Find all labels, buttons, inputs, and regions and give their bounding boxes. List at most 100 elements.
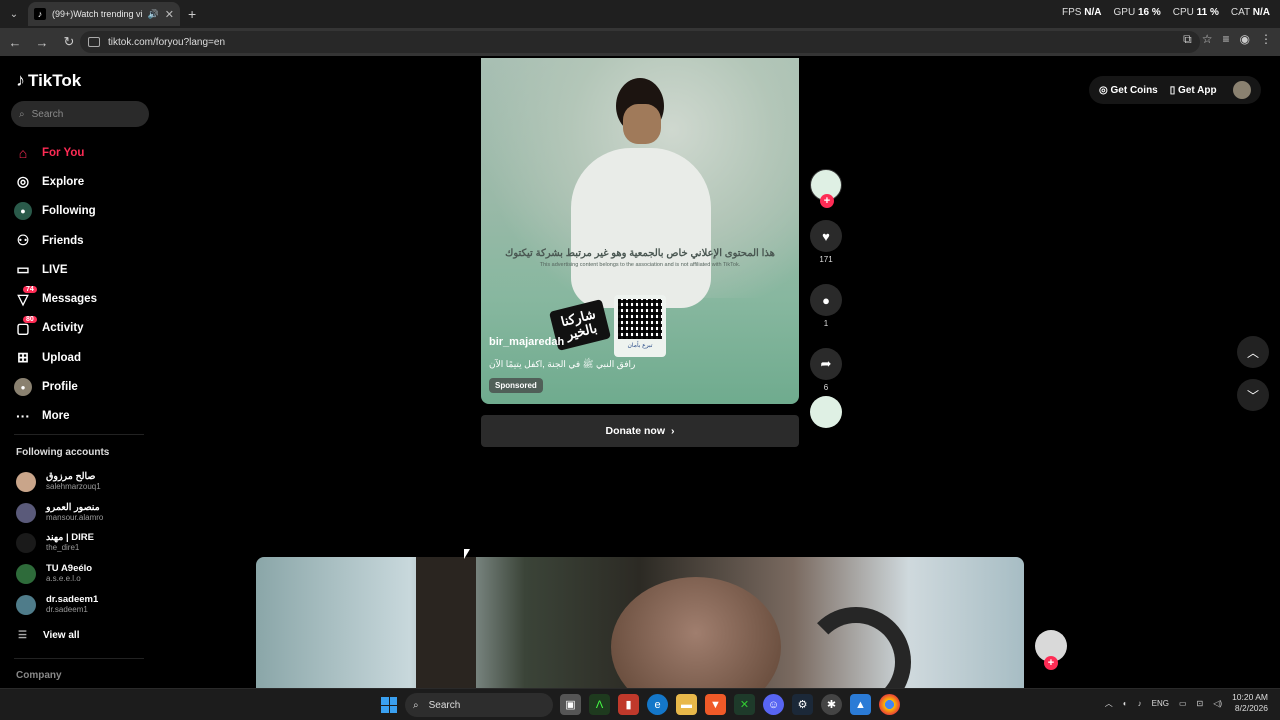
- tab-title: (99+)Watch trending video: [52, 9, 142, 19]
- mouse-cursor-icon: [464, 549, 470, 559]
- comment-button[interactable]: ●: [810, 284, 842, 316]
- install-app-icon[interactable]: ⧉: [1183, 32, 1192, 47]
- following-account[interactable]: صالح مرزوق salehmarzouq1: [16, 467, 156, 498]
- following-account[interactable]: dr.sadeem1 dr.sadeem1: [16, 589, 156, 620]
- browser-menu-icon[interactable]: ⋮: [1260, 32, 1272, 47]
- browser-tab[interactable]: ♪ (99+)Watch trending video 🔊 ✕: [28, 2, 180, 26]
- nav-activity[interactable]: ▢ 80 Activity: [14, 314, 154, 343]
- brave-browser-icon[interactable]: ▼: [705, 694, 726, 715]
- tab-search-icon[interactable]: ⌄: [0, 0, 28, 28]
- creator-avatar[interactable]: +: [810, 169, 842, 208]
- nav-explore[interactable]: ◎ Explore: [14, 167, 154, 196]
- media-control-icon[interactable]: ≡: [1223, 32, 1230, 47]
- taskbar-search-label: Search: [428, 699, 461, 711]
- video-player[interactable]: هذا المحتوى الإعلاني خاص بالجمعية وهو غي…: [481, 58, 799, 404]
- photos-app-icon[interactable]: ▲: [850, 694, 871, 715]
- edge-browser-icon[interactable]: e: [647, 694, 668, 715]
- get-coins-button[interactable]: ◎ Get Coins: [1099, 85, 1158, 96]
- avatar: [16, 564, 36, 585]
- nav-upload[interactable]: ⊞ Upload: [14, 343, 154, 372]
- sponsored-badge: Sponsored: [489, 378, 543, 393]
- nav-profile[interactable]: ● Profile: [14, 372, 154, 401]
- user-avatar[interactable]: [1233, 81, 1251, 99]
- language-indicator[interactable]: ENG: [1152, 699, 1169, 708]
- bookmark-star-icon[interactable]: ☆: [1202, 32, 1213, 47]
- previous-video-button[interactable]: ︿: [1237, 336, 1269, 368]
- perf-fps: FPS N/A: [1062, 7, 1102, 18]
- file-explorer-icon[interactable]: ▬: [676, 694, 697, 715]
- donate-now-button[interactable]: Donate now ›: [481, 415, 799, 447]
- close-tab-icon[interactable]: ✕: [165, 8, 174, 21]
- perf-cat: CAT N/A: [1230, 7, 1270, 18]
- new-tab-button[interactable]: +: [188, 6, 196, 22]
- video-subject: [611, 577, 781, 688]
- account-name: dr.sadeem1: [46, 593, 99, 605]
- more-icon: ···: [16, 408, 30, 425]
- toolbar-actions: ⧉ ☆ ≡ ◉ ⋮: [1183, 32, 1272, 47]
- coin-icon: ◎: [1099, 84, 1108, 96]
- network-icon[interactable]: ⊡: [1197, 699, 1204, 708]
- nav-for-you[interactable]: ⌂ For You: [14, 138, 154, 167]
- speaker-icon[interactable]: 🔊: [148, 9, 159, 20]
- nav-more[interactable]: ··· More: [14, 402, 154, 431]
- live-icon: ▭: [16, 261, 30, 278]
- chrome-browser-icon[interactable]: [879, 694, 900, 715]
- following-account[interactable]: مهند | DIRE the_dire1: [16, 528, 156, 559]
- view-all-link[interactable]: ☰ View all: [18, 630, 79, 641]
- share-icon: ➦: [820, 356, 832, 371]
- avatar: [16, 594, 36, 615]
- following-account[interactable]: TU A9eélo a.s.e.e.l.o: [16, 559, 156, 590]
- browser-tab-strip: ⌄ ♪ (99+)Watch trending video 🔊 ✕ + FPS …: [0, 0, 1280, 28]
- display-icon[interactable]: ▭: [1179, 699, 1187, 708]
- next-video-player[interactable]: [256, 557, 1024, 688]
- red-app-icon[interactable]: ▮: [618, 694, 639, 715]
- app-tray-icon[interactable]: ◐: [1123, 699, 1128, 708]
- like-button[interactable]: ♥: [810, 220, 842, 252]
- sound-disc-icon[interactable]: [810, 396, 842, 428]
- settings-app-icon[interactable]: ✱: [821, 694, 842, 715]
- nav-messages[interactable]: ▽ 74 Messages: [14, 284, 154, 313]
- share-button[interactable]: ➦: [810, 348, 842, 380]
- site-info-icon[interactable]: [88, 37, 100, 47]
- tiktok-logo[interactable]: ♪ TikTok: [16, 70, 81, 91]
- nav-label: Messages: [42, 293, 97, 306]
- terminal-app-icon[interactable]: Λ: [589, 694, 610, 715]
- qr-code-icon: [618, 299, 662, 339]
- volume-icon[interactable]: ◁): [1213, 699, 1222, 708]
- discord-app-icon[interactable]: ☺: [763, 694, 784, 715]
- start-windows-icon[interactable]: [381, 697, 397, 713]
- steam-app-icon[interactable]: ⚙: [792, 694, 813, 715]
- system-tray: ︿ ◐ ♪ ENG ▭ ⊡ ◁) 10:20 AM 8/2/2026: [1105, 692, 1268, 714]
- feed-navigation: ︿ ﹀: [1237, 336, 1269, 422]
- nav-following[interactable]: ● Following: [14, 197, 154, 226]
- taskbar-search[interactable]: ⌕ Search: [405, 693, 553, 717]
- account-name: صالح مرزوق: [46, 471, 96, 483]
- excel-app-icon[interactable]: ✕: [734, 694, 755, 715]
- chevron-up-icon[interactable]: ︿: [1105, 698, 1113, 709]
- donate-label: Donate now: [605, 425, 666, 437]
- task-view-icon[interactable]: ▣: [560, 694, 581, 715]
- clock[interactable]: 10:20 AM 8/2/2026: [1232, 692, 1268, 714]
- video-author[interactable]: bir_majaredah: [489, 336, 564, 348]
- search-input[interactable]: ⌕ Search: [11, 101, 149, 127]
- reload-icon[interactable]: ↻: [57, 30, 81, 54]
- follow-plus-icon[interactable]: +: [820, 194, 834, 208]
- follow-plus-icon[interactable]: +: [1044, 656, 1058, 670]
- profile-account-icon[interactable]: ◉: [1240, 32, 1250, 47]
- nav-live[interactable]: ▭ LIVE: [14, 255, 154, 284]
- following-accounts-title: Following accounts: [16, 447, 110, 458]
- nav-label: Following: [42, 205, 96, 218]
- nav-label: More: [42, 410, 70, 423]
- back-icon[interactable]: ←: [3, 30, 27, 54]
- address-bar[interactable]: tiktok.com/foryou?lang=en: [80, 31, 1200, 53]
- video-subject: [571, 78, 711, 308]
- microphone-icon[interactable]: ♪: [1138, 699, 1142, 708]
- company-link[interactable]: Company: [16, 670, 62, 681]
- account-name: TU A9eélo: [46, 563, 93, 575]
- nav-friends[interactable]: ⚇ Friends: [14, 226, 154, 255]
- next-creator-avatar[interactable]: +: [1035, 630, 1067, 670]
- following-account[interactable]: منصور العمرو mansour.alamro: [16, 498, 156, 529]
- next-video-button[interactable]: ﹀: [1237, 379, 1269, 411]
- get-app-button[interactable]: ▯ Get App: [1170, 85, 1217, 96]
- forward-icon[interactable]: →: [30, 30, 54, 54]
